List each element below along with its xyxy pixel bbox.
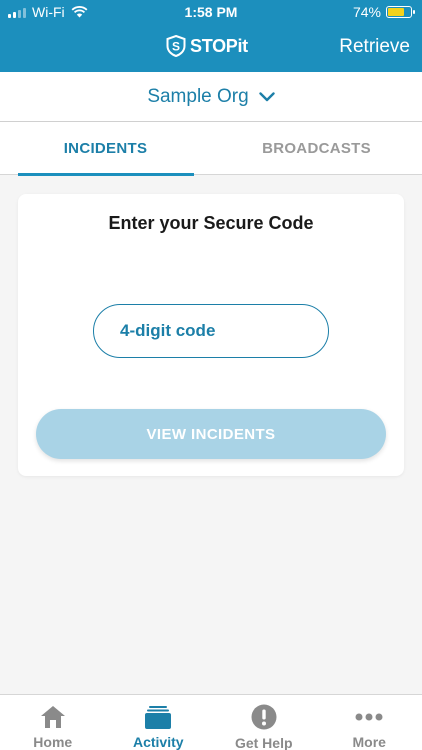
activity-icon: [143, 703, 173, 730]
nav-get-help-label: Get Help: [234, 735, 293, 750]
alert-icon: [249, 703, 279, 731]
secure-code-card: Enter your Secure Code VIEW INCIDENTS: [18, 194, 404, 476]
home-icon: [38, 703, 68, 730]
battery-fill: [388, 8, 405, 16]
bottom-nav: Home Activity Get Help More: [0, 694, 422, 750]
battery-icon: [386, 6, 415, 18]
chevron-down-icon: [258, 91, 275, 101]
retrieve-button[interactable]: Retrieve: [339, 36, 410, 58]
shield-logo-icon: S: [166, 35, 186, 57]
nav-home-label: Home: [33, 734, 73, 750]
tab-bar: INCIDENTS BROADCASTS: [0, 122, 422, 176]
secure-code-input[interactable]: [93, 304, 329, 358]
tab-broadcasts[interactable]: BROADCASTS: [211, 122, 422, 175]
tab-incidents[interactable]: INCIDENTS: [0, 122, 211, 176]
secure-code-title: Enter your Secure Code: [108, 213, 314, 233]
nav-more-label: More: [352, 734, 386, 750]
nav-home[interactable]: Home: [0, 695, 106, 750]
status-bar: Wi-Fi 1:58 PM 74%: [0, 0, 422, 24]
status-right: 74%: [352, 4, 415, 20]
org-selector[interactable]: Sample Org: [0, 72, 422, 122]
nav-more[interactable]: More: [317, 695, 422, 750]
svg-text:S: S: [172, 40, 180, 54]
nav-activity-label: Activity: [132, 734, 184, 750]
nav-activity[interactable]: Activity: [106, 695, 212, 750]
logo-text: STOPit: [190, 35, 248, 56]
view-incidents-button[interactable]: VIEW INCIDENTS: [36, 409, 386, 459]
stopit-logo: S STOPit: [166, 35, 248, 57]
battery-percent: 74%: [352, 4, 381, 20]
org-name: Sample Org: [147, 85, 249, 107]
more-icon: [354, 703, 384, 730]
app-header: Wi-Fi 1:58 PM 74% S STOPit Retrieve: [0, 0, 422, 72]
nav-get-help[interactable]: Get Help: [211, 695, 317, 750]
